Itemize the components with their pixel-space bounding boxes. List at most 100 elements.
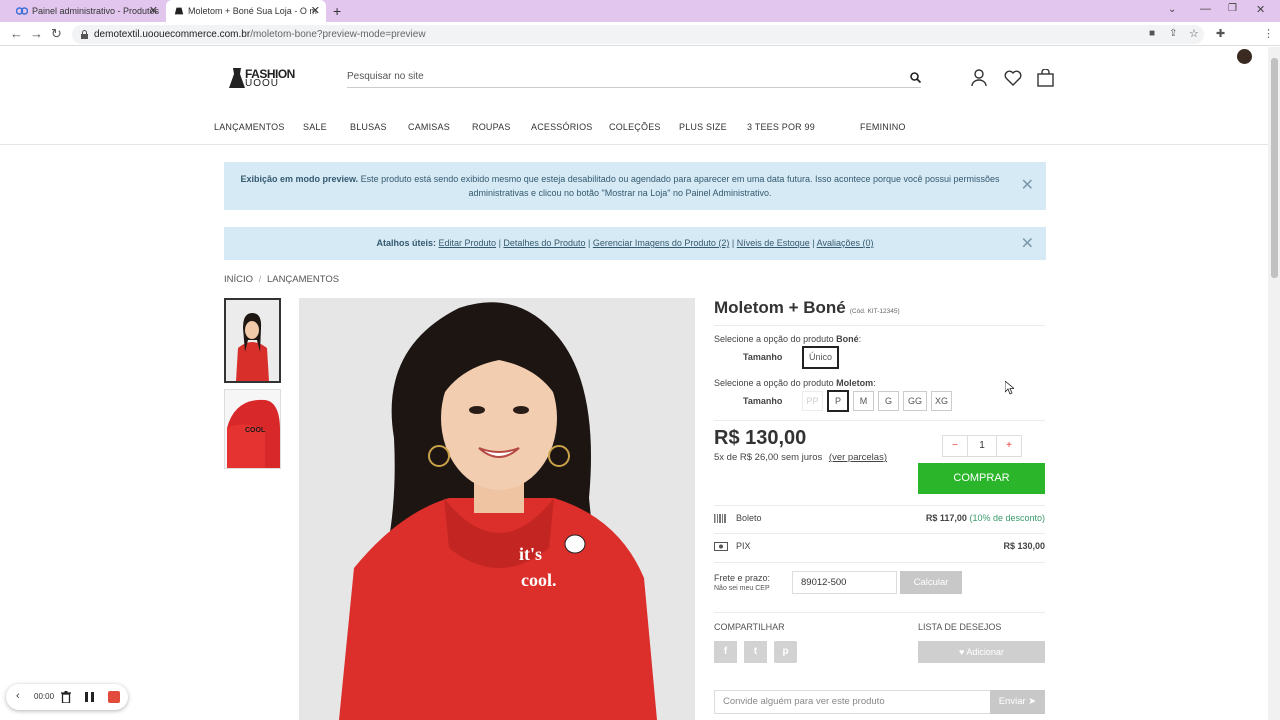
add-to-wishlist-button[interactable]: ♥ Adicionar — [918, 641, 1045, 663]
reload-icon[interactable]: ↻ — [51, 26, 62, 42]
tab-product[interactable]: Moletom + Boné Sua Loja - O m ✕ — [166, 0, 326, 22]
url-domain: demotextil.uoouecommerce.com.br — [94, 29, 251, 40]
collapse-chevron-icon[interactable]: ‹ — [16, 690, 20, 702]
site-logo[interactable]: FASHION UOOU — [229, 66, 299, 90]
trash-icon[interactable] — [61, 691, 71, 703]
shopping-bag-icon[interactable] — [1037, 69, 1054, 87]
boleto-label: Boleto — [736, 513, 762, 523]
hoodie-model-photo: it's cool. — [299, 298, 695, 720]
pause-icon[interactable] — [85, 692, 94, 702]
cep-input[interactable]: 89012-500 — [792, 571, 897, 594]
shortcut-stock-levels[interactable]: Níveis de Estoque — [737, 238, 810, 248]
menu-item[interactable]: SALE — [303, 122, 327, 132]
breadcrumb-current[interactable]: LANÇAMENTOS — [267, 274, 339, 285]
installments-link[interactable]: (ver parcelas) — [829, 452, 887, 463]
quantity-input[interactable]: 1 — [967, 435, 997, 457]
pinterest-share-icon[interactable]: p — [774, 641, 797, 663]
option-prefix: Selecione a opção do produto — [714, 378, 837, 388]
qty-minus-button[interactable]: − — [942, 435, 968, 457]
shipping-label: Frete e prazo: — [714, 573, 771, 583]
menu-item[interactable]: CAMISAS — [408, 122, 450, 132]
invite-email-input[interactable]: Convide alguém para ver este produto — [714, 690, 991, 714]
size-option-gg[interactable]: GG — [903, 391, 927, 411]
calculate-shipping-button[interactable]: Calcular — [900, 571, 962, 594]
new-tab-icon[interactable]: + — [333, 3, 341, 19]
option-prefix: Selecione a opção do produto — [714, 334, 837, 344]
option-moletom-label: Selecione a opção do produto Moletom: — [714, 378, 876, 388]
close-window-icon[interactable]: ✕ — [1256, 3, 1265, 16]
size-option-unico[interactable]: Único — [802, 346, 839, 369]
more-menu-icon[interactable]: ⋮ — [1263, 26, 1274, 42]
twitter-share-icon[interactable]: t — [744, 641, 767, 663]
tab-title: Painel administrativo - Produtos — [32, 6, 160, 16]
shortcuts-alert: Atalhos úteis: Editar Produto | Detalhes… — [224, 227, 1046, 260]
option-suffix: : — [873, 378, 876, 388]
extensions-icon[interactable]: ✚ — [1216, 26, 1225, 42]
share-icon[interactable]: ⇪ — [1169, 26, 1177, 42]
close-tab-icon[interactable]: ✕ — [149, 0, 158, 22]
search-icon[interactable] — [910, 72, 921, 83]
preview-mode-alert: Exibição em modo preview. Este produto e… — [224, 162, 1046, 210]
close-icon[interactable]: ✕ — [1021, 178, 1034, 194]
bookmark-star-icon[interactable]: ☆ — [1189, 26, 1199, 42]
breadcrumb-home[interactable]: INÍCIO — [224, 274, 253, 285]
shortcut-product-details[interactable]: Detalhes do Produto — [503, 238, 585, 248]
size-option-m[interactable]: M — [853, 391, 874, 411]
facebook-share-icon[interactable]: f — [714, 641, 737, 663]
shortcut-manage-images[interactable]: Gerenciar Imagens do Produto (2) — [593, 238, 730, 248]
menu-item[interactable]: LANÇAMENTOS — [214, 122, 285, 132]
payment-boleto-row: Boleto R$ 117,00 (10% de desconto) — [714, 513, 1045, 527]
menu-item[interactable]: PLUS SIZE — [679, 122, 727, 132]
menu-item[interactable]: FEMININO — [860, 122, 906, 132]
shortcut-edit-product[interactable]: Editar Produto — [439, 238, 497, 248]
menu-item[interactable]: BLUSAS — [350, 122, 387, 132]
divider — [714, 505, 1045, 506]
menu-item[interactable]: COLEÇÕES — [609, 122, 661, 132]
close-icon[interactable]: ✕ — [1021, 227, 1034, 260]
camera-icon[interactable]: ■ — [1149, 26, 1155, 42]
tab-admin[interactable]: Painel administrativo - Produtos ✕ — [4, 0, 164, 22]
back-icon[interactable]: ← — [10, 26, 23, 42]
size-option-g[interactable]: G — [878, 391, 899, 411]
restore-icon[interactable]: ❐ — [1228, 3, 1237, 14]
buy-button[interactable]: COMPRAR — [918, 463, 1045, 494]
minimize-icon[interactable]: — — [1200, 3, 1211, 15]
url-field[interactable]: demotextil.uoouecommerce.com.br/moletom-… — [72, 25, 1204, 44]
send-invite-button[interactable]: Enviar ➤ — [990, 690, 1045, 714]
forward-icon[interactable]: → — [30, 26, 43, 42]
header-divider — [0, 144, 1268, 145]
search-input[interactable]: Pesquisar no site — [347, 68, 921, 88]
stop-recording-button[interactable] — [108, 691, 120, 703]
qty-plus-button[interactable]: + — [996, 435, 1022, 457]
scrollbar-thumb[interactable] — [1271, 58, 1278, 278]
thumbnail-hoodie[interactable] — [224, 298, 281, 383]
size-option-pp[interactable]: PP — [802, 391, 823, 411]
recording-timer: 00:00 — [34, 692, 55, 701]
product-main-image[interactable]: it's cool. — [299, 298, 695, 720]
send-label: Enviar — [998, 696, 1026, 707]
product-code: (Cód. KIT-12345) — [849, 308, 900, 315]
menu-item[interactable]: 3 TEES POR 99 — [747, 122, 815, 132]
menu-item[interactable]: ACESSÓRIOS — [531, 122, 593, 132]
close-tab-icon[interactable]: ✕ — [311, 0, 320, 22]
shortcut-reviews[interactable]: Avaliações (0) — [817, 238, 874, 248]
tab-search-icon[interactable]: ⌄ — [1168, 4, 1176, 15]
profile-avatar[interactable] — [1237, 49, 1252, 64]
user-account-icon[interactable] — [971, 69, 987, 87]
wishlist-heart-icon[interactable] — [1004, 70, 1022, 86]
size-option-xg[interactable]: XG — [931, 391, 952, 411]
divider — [714, 612, 1045, 613]
preview-alert-text: Este produto está sendo exibido mesmo qu… — [360, 174, 1000, 184]
menu-item[interactable]: ROUPAS — [472, 122, 511, 132]
cap-thumbnail-image: COOL — [225, 390, 280, 468]
thumbnail-cap[interactable]: COOL — [224, 389, 281, 469]
share-label: COMPARTILHAR — [714, 622, 785, 632]
shirt-print-line2: cool. — [521, 570, 557, 590]
size-option-p[interactable]: P — [827, 390, 849, 412]
cep-help-link[interactable]: Não sei meu CEP — [714, 585, 770, 592]
boleto-price-value: R$ 117,00 — [925, 513, 967, 523]
screen-recorder-bar: ‹ 00:00 — [6, 684, 128, 710]
money-icon — [714, 542, 728, 551]
hoodie-thumbnail-image — [226, 300, 279, 381]
divider — [714, 533, 1045, 534]
